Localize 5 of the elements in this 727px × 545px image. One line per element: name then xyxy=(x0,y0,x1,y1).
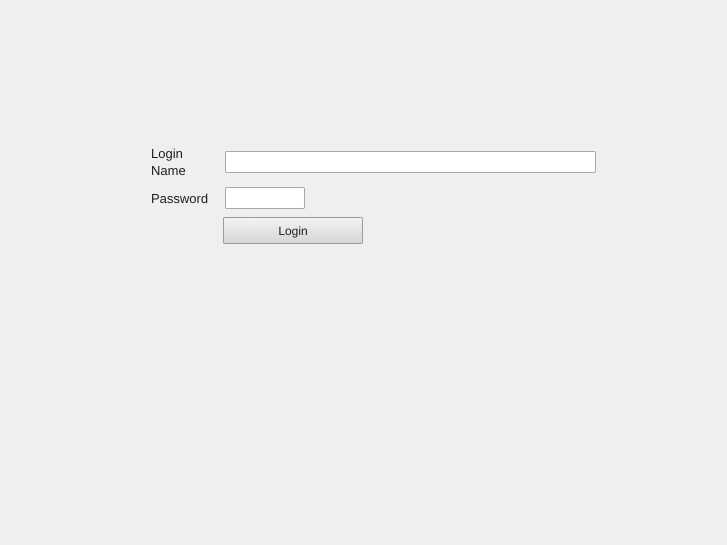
field-label: Password xyxy=(151,190,210,206)
input-field[interactable] xyxy=(225,151,596,173)
field-label: Login Name xyxy=(151,145,187,179)
login-button[interactable]: Login xyxy=(223,217,363,244)
input-field[interactable] xyxy=(225,187,305,209)
